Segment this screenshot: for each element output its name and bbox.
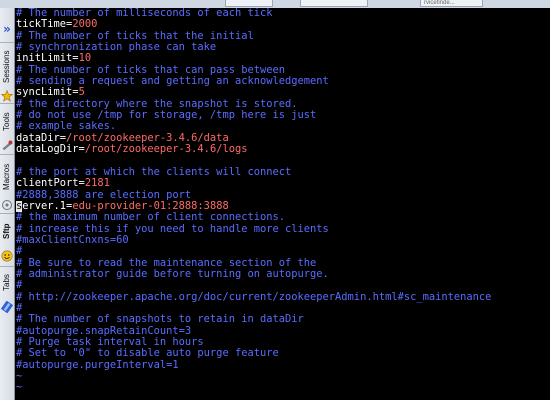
terminal-line: # http://zookeeper.apache.org/doc/curren… <box>16 292 550 303</box>
terminal-line: #autopurge.snapRetainCount=3 <box>16 326 550 337</box>
sidebar-tab-sessions[interactable]: Sessions <box>0 42 14 103</box>
terminal-line: # <box>16 280 550 291</box>
top-tab[interactable]: rvicefinde... <box>420 0 483 7</box>
config-key: erver.1= <box>22 200 73 212</box>
comment-text: # Set to "0" to disable auto purge featu… <box>16 348 279 360</box>
comment-text: # do not use /tmp for storage, /tmp here… <box>16 110 317 122</box>
comment-text: # The number of milliseconds of each tic… <box>16 8 273 19</box>
terminal-line: # Set to "0" to disable auto purge featu… <box>16 348 550 359</box>
empty-line-marker: ~ <box>16 382 23 394</box>
terminal-line: # the port at which the clients will con… <box>16 167 550 178</box>
terminal-line: # The number of ticks that the initial <box>16 31 550 42</box>
sidebar-tab-label: Tabs <box>2 274 11 292</box>
comment-text: # example sakes. <box>16 121 117 133</box>
terminal-line: clientPort=2181 <box>16 178 550 189</box>
comment-text: # <box>16 302 23 314</box>
star-icon <box>1 90 13 102</box>
comment-text: # increase this if you need to handle mo… <box>16 223 329 235</box>
terminal-line: # The number of snapshots to retain in d… <box>16 314 550 325</box>
terminal-line: initLimit=10 <box>16 53 550 64</box>
comment-text: # administrator guide before turning on … <box>16 268 329 280</box>
sidebar-tab-sftp[interactable]: Sftp <box>0 213 14 266</box>
terminal-line: # the directory where the snapshot is st… <box>16 99 550 110</box>
terminal-text-area[interactable]: # The number of milliseconds of each tic… <box>15 8 550 400</box>
terminal-line: # <box>16 246 550 257</box>
config-value: 2181 <box>84 178 110 190</box>
terminal-line: dataLogDir=/root/zookeeper-3.4.6/logs <box>16 144 550 155</box>
comment-text: # sending a request and getting an ackno… <box>16 76 329 88</box>
comment-text: # <box>16 246 23 258</box>
config-value: /root/zookeeper-3.4.6/logs <box>84 144 248 156</box>
comment-text: #autopurge.purgeInterval=1 <box>16 359 179 371</box>
sidebar-tab-macros[interactable]: Macros <box>0 154 14 213</box>
terminal-line: # do not use /tmp for storage, /tmp here… <box>16 110 550 121</box>
config-key: initLimit= <box>16 53 79 65</box>
config-value: 10 <box>78 53 92 65</box>
terminal-line: # example sakes. <box>16 121 550 132</box>
comment-text: # Purge task interval in hours <box>16 336 204 348</box>
sidebar-tab-tools[interactable]: Tools <box>0 103 14 154</box>
comment-text: # the maximum number of client connectio… <box>16 212 285 224</box>
config-value: /root/zookeeper-3.4.6/data <box>66 132 229 144</box>
comment-text: #maxClientCnxns=60 <box>16 234 129 246</box>
terminal-line: # the maximum number of client connectio… <box>16 212 550 223</box>
terminal-line: # synchronization phase can take <box>16 42 550 53</box>
terminal-line: #2888,3888 are election port <box>16 190 550 201</box>
terminal-line: ~ <box>16 382 550 393</box>
config-key: clientPort= <box>16 178 85 190</box>
empty-line-marker: ~ <box>16 371 23 382</box>
config-key: tickTime= <box>16 19 73 31</box>
macros-icon <box>2 200 12 210</box>
comment-text: #autopurge.snapRetainCount=3 <box>16 325 192 337</box>
comment-text: # <box>16 280 23 292</box>
terminal-line: ~ <box>16 371 550 382</box>
sidebar-tab-label: Macros <box>2 163 11 191</box>
top-tab[interactable] <box>225 0 273 7</box>
terminal-line: server.1=edu-provider-01:2888:3888 <box>16 200 550 213</box>
config-key: dataLogDir= <box>16 144 85 156</box>
tabs-icon <box>1 301 13 313</box>
terminal-line: # administrator guide before turning on … <box>16 269 550 280</box>
tools-icon <box>2 140 13 151</box>
config-key: syncLimit= <box>16 87 79 99</box>
sftp-icon <box>1 250 13 262</box>
expand-sidebar-icon[interactable]: » <box>0 22 14 36</box>
terminal-line: #maxClientCnxns=60 <box>16 235 550 246</box>
sidebar-tab-tabs[interactable]: Tabs <box>0 266 14 327</box>
terminal-window: rvicefinde... » Sessions Tools Macros Sf… <box>0 0 550 400</box>
sidebar-tab-label: Tools <box>2 112 11 132</box>
comment-text: # The number of ticks that the initial <box>16 30 254 42</box>
terminal-line: # Be sure to read the maintenance sectio… <box>16 258 550 269</box>
config-key: dataDir= <box>16 132 67 144</box>
terminal-line: # The number of milliseconds of each tic… <box>16 8 550 19</box>
comment-text: # the directory where the snapshot is st… <box>16 98 298 110</box>
terminal-line: # <box>16 303 550 314</box>
terminal-line: # increase this if you need to handle mo… <box>16 224 550 235</box>
comment-text: # Be sure to read the maintenance sectio… <box>16 257 317 269</box>
terminal-line: tickTime=2000 <box>16 19 550 30</box>
comment-text: # The number of snapshots to retain in d… <box>16 314 304 326</box>
side-toolbar: » Sessions Tools Macros Sftp Tabs <box>0 8 15 400</box>
comment-text: # synchronization phase can take <box>16 42 217 54</box>
comment-text: # The number of ticks that can pass betw… <box>16 64 285 76</box>
top-tab-strip: rvicefinde... <box>0 0 550 8</box>
comment-text: # http://zookeeper.apache.org/doc/curren… <box>16 291 492 303</box>
sidebar-tab-label: Sftp <box>2 223 11 239</box>
terminal-line: # sending a request and getting an ackno… <box>16 76 550 87</box>
terminal-line: syncLimit=5 <box>16 87 550 98</box>
terminal-line: # Purge task interval in hours <box>16 337 550 348</box>
terminal-line: dataDir=/root/zookeeper-3.4.6/data <box>16 133 550 144</box>
config-value: 5 <box>78 87 85 99</box>
sidebar-tab-label: Sessions <box>2 50 11 84</box>
config-value: edu-provider-01:2888:3888 <box>72 200 229 212</box>
comment-text: # the port at which the clients will con… <box>16 166 292 178</box>
comment-text: #2888,3888 are election port <box>16 189 192 201</box>
config-value: 2000 <box>72 19 98 31</box>
terminal-line: # The number of ticks that can pass betw… <box>16 65 550 76</box>
top-tab[interactable] <box>300 0 368 7</box>
terminal-line: #autopurge.purgeInterval=1 <box>16 360 550 371</box>
